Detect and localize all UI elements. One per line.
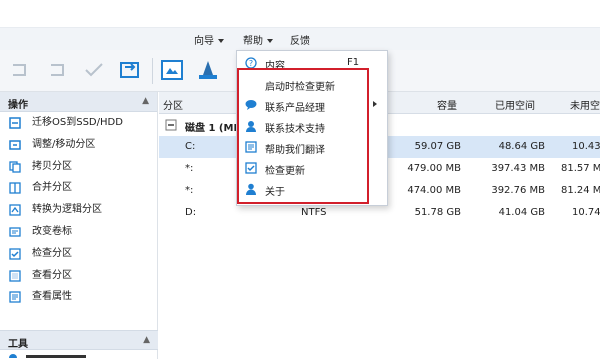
- chat-bubble-icon: [245, 100, 257, 110]
- sidebar-section-title: 操作: [8, 100, 28, 111]
- column-header-unused[interactable]: 未用空: [570, 97, 600, 112]
- menu-feedback-label: 反馈: [290, 36, 310, 47]
- convert-logical-icon: [9, 204, 21, 216]
- migrate-os-icon: [9, 117, 21, 129]
- cell-unused: 81.24 M: [561, 185, 600, 196]
- menu-item-label: 联系产品经理: [265, 103, 325, 114]
- menu-item-label: 检查更新: [265, 166, 305, 177]
- sidebar-item-resize-partition[interactable]: 调整/移动分区: [0, 134, 157, 156]
- svg-text:?: ?: [249, 59, 253, 68]
- cell-partition: C:: [185, 141, 196, 152]
- menu-wizard[interactable]: 向导: [194, 32, 224, 47]
- toolbar-separator: [152, 58, 153, 84]
- sidebar-tools-item-partial: [9, 354, 86, 358]
- copy-partition-icon: [9, 160, 21, 173]
- collapse-icon[interactable]: ▲: [143, 335, 150, 345]
- cell-used: 41.04 GB: [498, 207, 545, 218]
- sidebar-item-label: 检查分区: [32, 247, 72, 259]
- menu-wizard-label: 向导: [194, 36, 214, 47]
- translate-icon: [245, 141, 257, 153]
- menu-item-check-on-startup[interactable]: 启动时检查更新: [237, 74, 387, 94]
- sidebar-item-label: 合并分区: [32, 182, 72, 194]
- cell-capacity: 51.78 GB: [414, 207, 461, 218]
- sidebar-item-properties[interactable]: 查看属性: [0, 286, 157, 308]
- cell-unused: 10.74: [572, 207, 600, 218]
- menu-feedback[interactable]: 反馈: [290, 32, 310, 47]
- menu-item-label: 联系技术支持: [265, 124, 325, 135]
- menu-item-label: 启动时检查更新: [265, 82, 335, 93]
- column-header-partition[interactable]: 分区: [163, 97, 183, 112]
- menu-item-shortcut: F1: [347, 57, 360, 68]
- menu-item-label: 内容: [265, 61, 285, 72]
- column-header-used[interactable]: 已用空间: [495, 97, 535, 112]
- sidebar-item-label: 调整/移动分区: [32, 138, 96, 150]
- help-contents-icon: ?: [245, 57, 257, 69]
- cell-capacity: 479.00 MB: [407, 163, 461, 174]
- disk-label: 磁盘 1 (MB: [185, 123, 242, 134]
- collapse-disk-icon[interactable]: [165, 119, 177, 131]
- cell-unused: 10.43: [572, 141, 600, 152]
- cell-partition: *:: [185, 163, 194, 174]
- cell-used: 48.64 GB: [498, 141, 545, 152]
- cell-capacity: 474.00 MB: [407, 185, 461, 196]
- refresh-icon[interactable]: [118, 58, 142, 82]
- view-partition-icon: [9, 269, 21, 282]
- menu-bar: 向导 帮助 反馈: [0, 28, 600, 50]
- clean-disk-icon[interactable]: [196, 58, 220, 82]
- change-label-icon: [9, 227, 21, 237]
- partition-image-icon[interactable]: [160, 58, 184, 82]
- cell-capacity: 59.07 GB: [414, 141, 461, 152]
- column-header-capacity[interactable]: 容量: [437, 97, 457, 112]
- sidebar-item-view-partition[interactable]: 查看分区: [0, 265, 157, 287]
- support-agent-icon: [246, 121, 256, 132]
- collapse-icon[interactable]: ▲: [142, 96, 149, 106]
- menu-item-contents[interactable]: ? 内容 F1: [237, 53, 387, 73]
- chevron-down-icon: [267, 39, 273, 43]
- sidebar-item-label: 查看分区: [32, 269, 72, 281]
- menu-item-label: 关于: [265, 187, 285, 198]
- sidebar-section-operations: 操作 ▲: [0, 92, 157, 112]
- sidebar-tools-title: 工具: [8, 339, 28, 350]
- submenu-arrow-icon: [373, 101, 377, 107]
- chevron-down-icon: [218, 39, 224, 43]
- menu-item-label: 帮助我们翻译: [265, 145, 325, 156]
- sidebar-item-copy-partition[interactable]: 拷贝分区: [0, 156, 157, 178]
- sidebar-item-label: 迁移OS到SSD/HDD: [32, 117, 123, 128]
- discard-icon[interactable]: [46, 58, 70, 82]
- cell-partition: *:: [185, 185, 194, 196]
- menu-item-help-translate[interactable]: 帮助我们翻译: [237, 137, 387, 157]
- properties-icon: [9, 291, 21, 304]
- sidebar-item-convert-logical[interactable]: 转换为逻辑分区: [0, 199, 157, 221]
- menu-item-contact-support[interactable]: 联系技术支持: [237, 116, 387, 136]
- menu-item-about[interactable]: 关于: [237, 179, 387, 199]
- menu-item-check-updates[interactable]: 检查更新: [237, 158, 387, 178]
- sidebar-item-change-label[interactable]: 改变卷标: [0, 221, 157, 243]
- sidebar-item-label: 改变卷标: [32, 225, 72, 237]
- title-bar: [0, 0, 600, 28]
- resize-partition-icon: [9, 140, 21, 150]
- sidebar-item-merge-partition[interactable]: 合并分区: [0, 177, 157, 199]
- menu-item-contact-pm[interactable]: 联系产品经理: [237, 95, 387, 115]
- operations-sidebar: 操作 ▲ 迁移OS到SSD/HDD 调整/移动分区 拷贝分区 合并分区 转换为逻…: [0, 92, 158, 359]
- sidebar-item-label: 查看属性: [32, 291, 72, 303]
- about-person-icon: [246, 183, 256, 195]
- sidebar-item-migrate-os[interactable]: 迁移OS到SSD/HDD: [0, 112, 157, 134]
- menu-help[interactable]: 帮助: [243, 32, 273, 47]
- cell-used: 392.76 MB: [491, 185, 545, 196]
- checkbox-icon: [245, 162, 257, 174]
- help-dropdown-menu: ? 内容 F1 启动时检查更新 联系产品经理 联系技术支持 帮助我们翻译 检查更…: [236, 50, 388, 206]
- cell-filesystem: NTFS: [301, 207, 327, 218]
- sidebar-item-label: 转换为逻辑分区: [32, 204, 102, 216]
- sidebar-item-label: 拷贝分区: [32, 160, 72, 172]
- cell-partition: D:: [185, 207, 197, 218]
- check-partition-icon: [9, 248, 21, 260]
- apply-check-icon[interactable]: [82, 58, 106, 82]
- undo-icon[interactable]: [8, 58, 32, 82]
- merge-partition-icon: [9, 182, 21, 195]
- menu-help-label: 帮助: [243, 36, 263, 47]
- sidebar-section-tools: 工具 ▲: [0, 330, 158, 350]
- cell-unused: 81.57 M: [561, 163, 600, 174]
- sidebar-item-check-partition[interactable]: 检查分区: [0, 243, 157, 265]
- cell-used: 397.43 MB: [491, 163, 545, 174]
